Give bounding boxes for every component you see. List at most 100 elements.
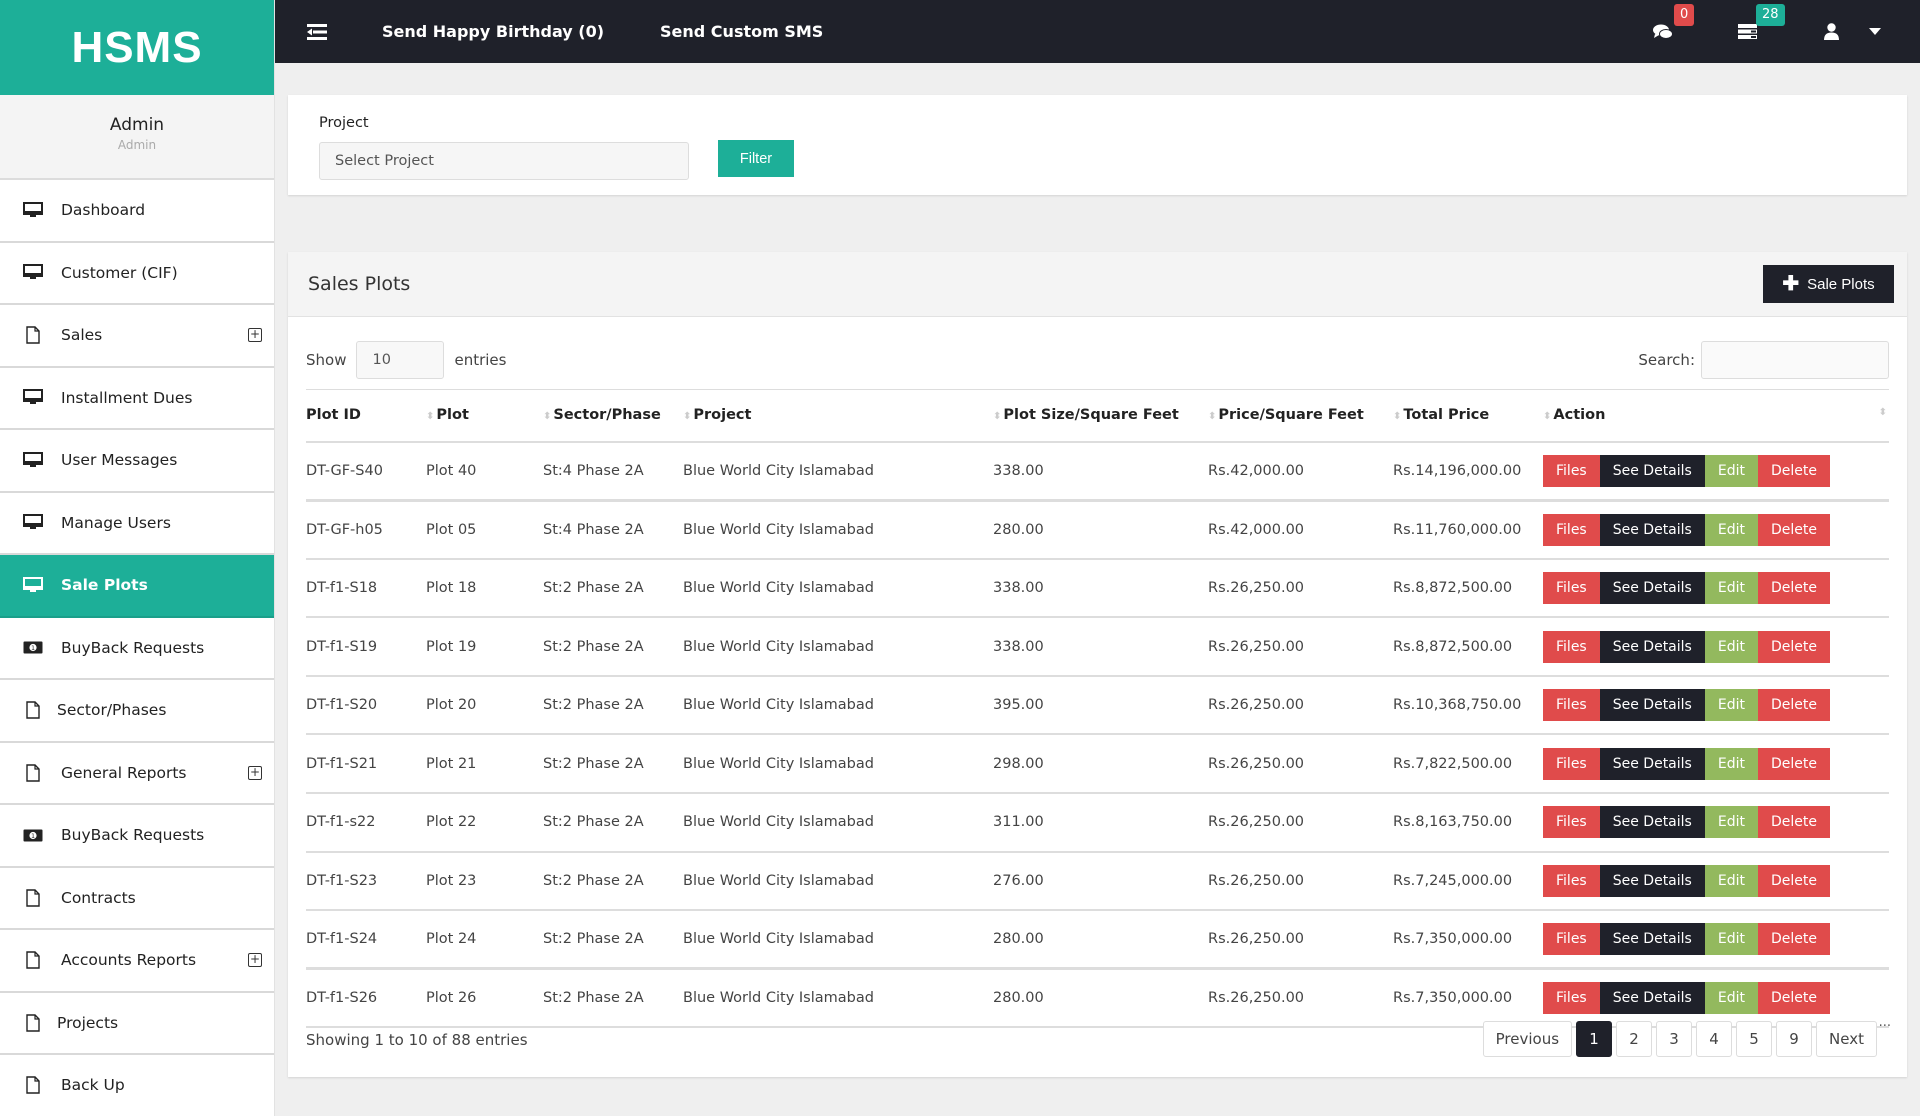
edit-button[interactable]: Edit [1704,747,1758,780]
cell-total-price: Rs.7,245,000.00 [1393,872,1513,889]
table-row: DT-f1-S18 Plot 18 St:2 Phase 2A Blue World … [306,559,1889,618]
pagination-previous[interactable]: Previous [1482,1021,1573,1057]
sidebar-item-general-reports[interactable]: General Reports + [0,743,274,805]
sidebar-item-installment-dues[interactable]: Installment Dues [0,368,274,430]
sidebar-item-buyback-requests[interactable]: 1 BuyBack Requests [0,805,274,868]
edit-button[interactable]: Edit [1704,571,1758,604]
table-row: DT-f1-S20 Plot 20 St:2 Phase 2A Blue World … [306,676,1889,735]
user-icon[interactable] [1820,21,1842,43]
column-header-action[interactable]: ⬍ Action ⬍ [1543,390,1889,442]
column-header-plot[interactable]: ⬍ Plot [426,390,543,442]
delete-button[interactable]: Delete [1757,689,1830,722]
add-sale-plot-button[interactable]: ✚ Sale Plots [1763,265,1894,303]
delete-button[interactable]: Delete [1757,454,1830,487]
see-details-button[interactable]: See Details [1599,864,1705,897]
files-button[interactable]: Files [1543,689,1600,722]
plus-icon: ✚ [1782,273,1800,295]
see-details-button[interactable]: See Details [1599,982,1705,1015]
edit-button[interactable]: Edit [1704,923,1758,956]
see-details-button[interactable]: See Details [1599,571,1705,604]
see-details-button[interactable]: See Details [1599,806,1705,839]
column-label: Total Price [1403,407,1490,424]
expand-icon[interactable]: + [248,765,262,780]
sidebar-item-accounts-reports[interactable]: Accounts Reports + [0,930,274,993]
edit-button[interactable]: Edit [1704,689,1758,722]
delete-button[interactable]: Delete [1757,747,1830,780]
see-details-button[interactable]: See Details [1599,923,1705,956]
column-header-total-price[interactable]: ⬍ Total Price [1393,390,1543,442]
delete-button[interactable]: Delete [1757,923,1830,956]
files-button[interactable]: Files [1543,747,1600,780]
sidebar-item-buyback-requests[interactable]: 1 BuyBack Requests [0,618,274,680]
sidebar-item-projects[interactable]: Projects [0,993,274,1055]
sidebar-item-label: Dashboard [61,201,146,220]
sidebar-item-sector-phases[interactable]: Sector/Phases [0,680,274,743]
edit-button[interactable]: Edit [1704,864,1758,897]
files-button[interactable]: Files [1543,454,1600,487]
menu-toggle-icon[interactable] [307,23,327,40]
sidebar-item-customer-cif[interactable]: Customer (CIF) [0,243,274,305]
cell-total-price: Rs.8,872,500.00 [1393,638,1513,655]
filter-button[interactable]: Filter [718,140,794,177]
delete-button[interactable]: Delete [1757,806,1830,839]
files-button[interactable]: Files [1543,571,1600,604]
files-button[interactable]: Files [1543,630,1600,663]
delete-button[interactable]: Delete [1757,571,1830,604]
cell-action: Files See Details Edit Delete [1543,969,1889,1028]
column-header-project[interactable]: ⬍ Project [683,390,993,442]
send-custom-sms-link[interactable]: Send Custom SMS [660,22,823,41]
edit-button[interactable]: Edit [1704,806,1758,839]
sidebar-item-dashboard[interactable]: Dashboard [0,180,274,243]
pagination-page-4[interactable]: 4 [1696,1021,1733,1057]
sidebar-item-user-messages[interactable]: User Messages [0,430,274,493]
column-header-price-square-feet[interactable]: ⬍ Price/Square Feet [1208,390,1393,442]
row-actions: Files See Details Edit Delete [1543,923,1889,956]
sidebar-item-sale-plots[interactable]: Sale Plots [0,555,274,618]
pagination-page-5[interactable]: 5 [1736,1021,1773,1057]
files-button[interactable]: Files [1543,982,1600,1015]
delete-button[interactable]: Delete [1757,513,1830,546]
files-button[interactable]: Files [1543,864,1600,897]
chevron-down-icon[interactable] [1864,21,1886,43]
files-button[interactable]: Files [1543,806,1600,839]
pagination-page-9[interactable]: 9 [1776,1021,1813,1057]
tasks-icon[interactable]: 28 [1736,3,1785,43]
delete-button[interactable]: Delete [1757,864,1830,897]
expand-icon[interactable]: + [248,953,262,968]
column-header-plot-size-square-feet[interactable]: ⬍ Plot Size/Square Feet [993,390,1208,442]
delete-button[interactable]: Delete [1757,630,1830,663]
sidebar-item-back-up[interactable]: Back Up [0,1055,274,1116]
files-button[interactable]: Files [1543,513,1600,546]
cell-plot-size: 298.00 [993,755,1044,772]
files-button[interactable]: Files [1543,923,1600,956]
see-details-button[interactable]: See Details [1599,630,1705,663]
see-details-button[interactable]: See Details [1599,513,1705,546]
pagination-page-3[interactable]: 3 [1656,1021,1693,1057]
messages-icon[interactable]: 0 [1652,3,1695,43]
edit-button[interactable]: Edit [1704,982,1758,1015]
search-input[interactable] [1701,341,1889,379]
edit-button[interactable]: Edit [1704,513,1758,546]
pagination-next[interactable]: Next [1816,1021,1877,1057]
expand-icon[interactable]: + [248,328,262,343]
sidebar-item-manage-users[interactable]: Manage Users [0,493,274,555]
main-content: Project Select Project Filter Sales Plot… [275,63,1920,1116]
column-header-sector-phase[interactable]: ⬍ Sector/Phase [543,390,683,442]
column-header-plot-id[interactable]: Plot ID [306,390,426,442]
edit-button[interactable]: Edit [1704,454,1758,487]
see-details-button[interactable]: See Details [1599,689,1705,722]
delete-button[interactable]: Delete [1757,982,1830,1015]
sidebar-item-contracts[interactable]: Contracts [0,868,274,930]
project-select[interactable]: Select Project [319,142,689,180]
pagination-page-1[interactable]: 1 [1576,1021,1613,1057]
pagination-page-2[interactable]: 2 [1616,1021,1653,1057]
page-length-select[interactable]: 10 [356,341,445,379]
edit-button[interactable]: Edit [1704,630,1758,663]
see-details-button[interactable]: See Details [1599,454,1705,487]
see-details-button[interactable]: See Details [1599,747,1705,780]
cell-plot-size: 276.00 [993,872,1044,889]
send-birthday-link[interactable]: Send Happy Birthday (0) [382,22,604,41]
sidebar-item-sales[interactable]: Sales + [0,305,274,368]
brand-logo[interactable]: HSMS [0,0,274,95]
cell-plot-id: DT-GF-S40 [306,462,383,479]
